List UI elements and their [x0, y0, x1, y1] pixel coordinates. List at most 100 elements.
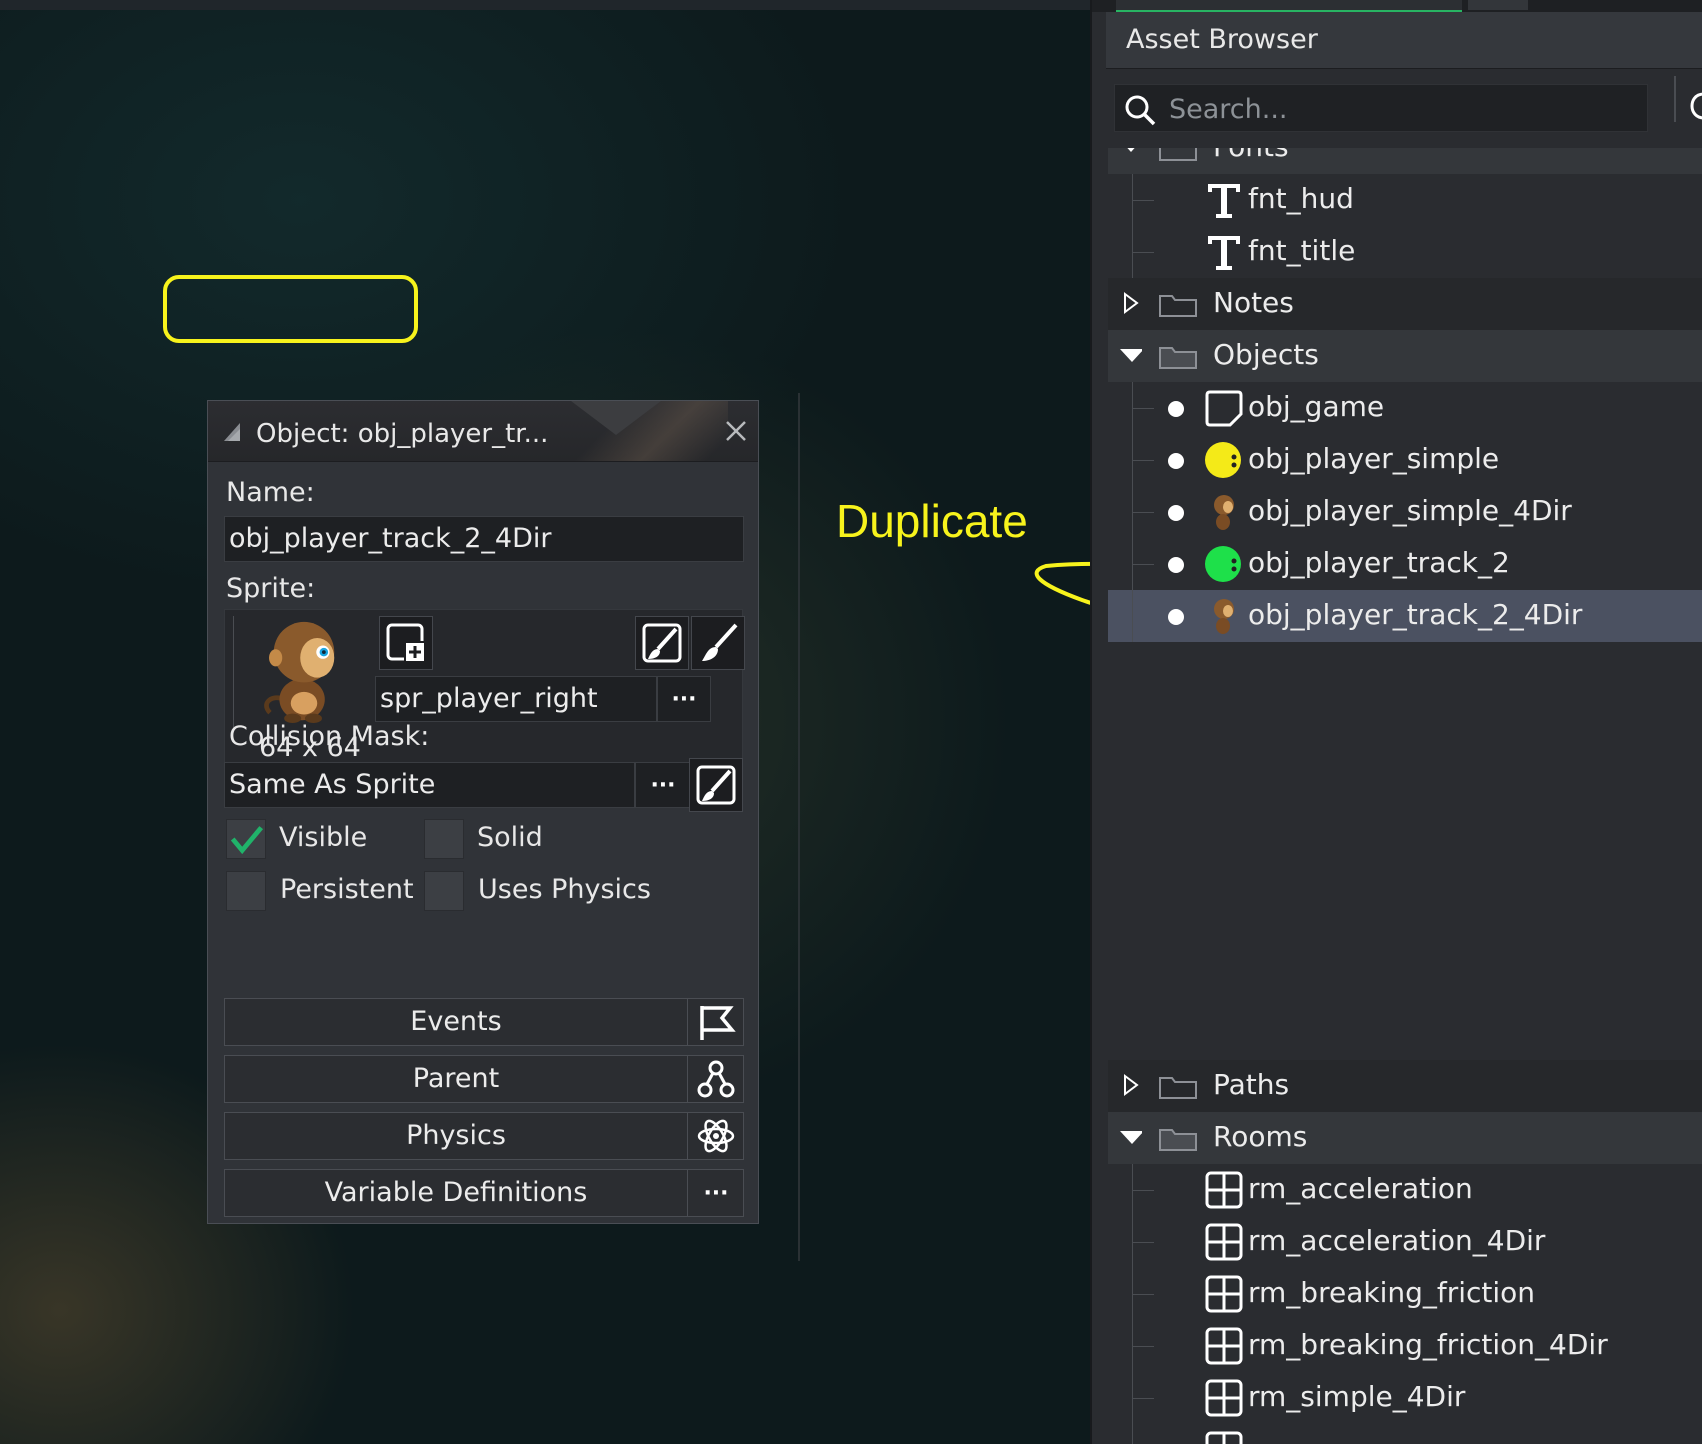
tree-guide — [1132, 512, 1154, 513]
asset-browser-tab[interactable] — [1116, 0, 1462, 12]
caret-expanded-icon — [1127, 148, 1135, 152]
asset-room-item[interactable]: rm_acceleration — [1108, 1164, 1702, 1216]
name-label: Name: — [226, 477, 315, 508]
edit-collision-mask-button[interactable] — [689, 758, 743, 812]
tree-guide — [1132, 564, 1154, 565]
parent-button[interactable]: Parent — [224, 1055, 744, 1103]
room-workspace: Object: obj_player_tr... Name: obj_playe… — [0, 0, 1177, 1444]
close-icon[interactable] — [722, 417, 750, 445]
brush-icon — [702, 623, 738, 661]
asset-object-item[interactable]: obj_player_simple — [1108, 434, 1702, 486]
asset-label: obj_player_simple_4Dir — [1248, 494, 1572, 527]
asset-label: fnt_title — [1248, 234, 1356, 267]
object-name-field[interactable]: obj_player_track_2_4Dir — [224, 516, 744, 562]
collision-mask-field[interactable]: Same As Sprite — [224, 762, 635, 808]
tree-guide — [1132, 1294, 1154, 1295]
asset-label: rm_breaking_friction_4Dir — [1248, 1328, 1608, 1361]
monkey-sprite-icon — [264, 621, 335, 724]
physics-button[interactable]: Physics — [224, 1112, 744, 1160]
dots-icon: ··· — [687, 1170, 744, 1216]
asset-label: obj_player_track_2_4Dir — [1248, 598, 1583, 631]
new-sprite-button[interactable] — [379, 616, 433, 670]
room-icon — [1205, 1327, 1243, 1365]
persistent-checkbox[interactable] — [226, 871, 266, 911]
asset-font-item[interactable]: fnt_title — [1108, 226, 1702, 278]
sprite-label: Sprite: — [226, 573, 316, 604]
folder-label: Fonts — [1213, 148, 1289, 163]
asset-object-item[interactable]: obj_player_simple_4Dir — [1108, 486, 1702, 538]
tree-guide — [1132, 590, 1133, 642]
asset-label: rm_breaking_friction — [1248, 1276, 1536, 1309]
asset-browser-title: Asset Browser — [1126, 24, 1318, 55]
folder-label: Rooms — [1213, 1120, 1308, 1153]
folder-label: Notes — [1213, 286, 1294, 319]
solid-checkbox[interactable] — [424, 819, 464, 859]
asset-label: rm_acceleration_4Dir — [1248, 1224, 1546, 1257]
asset-room-item[interactable]: rm_acceleration_4Dir — [1108, 1216, 1702, 1268]
uses-physics-label: Uses Physics — [478, 874, 651, 905]
asset-object-item-selected[interactable]: obj_player_track_2_4Dir — [1108, 590, 1702, 642]
font-icon — [1208, 184, 1240, 218]
search-box[interactable] — [1114, 84, 1648, 133]
persistent-label: Persistent — [280, 874, 414, 905]
search-input[interactable] — [1167, 85, 1641, 133]
sprite-thumbnail[interactable] — [233, 616, 376, 730]
tree-guide — [1132, 1424, 1133, 1444]
variable-definitions-label: Variable Definitions — [324, 1177, 588, 1208]
edit-sprite-button[interactable] — [635, 616, 689, 670]
parent-label: Parent — [412, 1063, 500, 1094]
hierarchy-icon — [697, 1060, 735, 1098]
titlebar-notch-triangle — [571, 401, 661, 435]
uses-physics-checkbox[interactable] — [424, 871, 464, 911]
object-window-titlebar[interactable]: Object: obj_player_tr... — [208, 401, 758, 462]
refresh-icon[interactable] — [1688, 88, 1702, 124]
sprite-browse-button[interactable]: ··· — [657, 676, 711, 722]
caret-collapsed-icon — [1124, 292, 1139, 314]
sprite-field-highlight — [163, 275, 418, 343]
tree-guide — [1132, 1242, 1154, 1243]
solid-label: Solid — [477, 822, 543, 853]
flag-icon — [700, 1006, 736, 1040]
physics-icon-cell — [687, 1113, 744, 1159]
asset-label: obj_player_simple — [1248, 442, 1500, 475]
variable-definitions-button[interactable]: Variable Definitions ··· — [224, 1169, 744, 1217]
resize-grip-icon[interactable] — [224, 423, 240, 441]
visible-checkbox[interactable] — [226, 819, 266, 859]
visible-label: Visible — [279, 822, 368, 853]
asset-room-item[interactable]: rm_breaking_friction_4Dir — [1108, 1320, 1702, 1372]
duplicate-annotation: Duplicate — [836, 495, 1028, 547]
folder-icon — [1159, 295, 1197, 317]
asset-room-item[interactable]: rm_breaking_friction — [1108, 1268, 1702, 1320]
edit-sprite-brush-button[interactable] — [691, 616, 745, 670]
room-icon — [1205, 1171, 1243, 1209]
status-dot — [1168, 609, 1184, 625]
folder-icon — [1159, 347, 1197, 369]
status-dot — [1168, 453, 1184, 469]
asset-label: fnt_hud — [1248, 182, 1354, 215]
asset-label: rm_acceleration — [1248, 1172, 1473, 1205]
events-label: Events — [410, 1006, 502, 1037]
asset-object-item[interactable]: obj_game — [1108, 382, 1702, 434]
folder-notes[interactable]: Notes — [1108, 278, 1702, 330]
edit-image-icon — [642, 623, 682, 663]
sprite-field[interactable]: spr_player_right — [375, 676, 657, 722]
room-icon — [1205, 1431, 1243, 1444]
asset-font-item[interactable]: fnt_hud — [1108, 174, 1702, 226]
secondary-tab[interactable] — [1468, 0, 1528, 10]
folder-paths[interactable]: Paths — [1108, 1060, 1702, 1112]
new-sprite-icon — [386, 623, 426, 663]
folder-objects[interactable]: Objects — [1108, 330, 1702, 382]
events-icon-cell — [687, 999, 744, 1045]
asset-object-item[interactable]: obj_player_track_2 — [1108, 538, 1702, 590]
caret-collapsed-icon — [1124, 1074, 1139, 1096]
asset-room-item[interactable]: rm_simple_4Dir — [1108, 1372, 1702, 1424]
events-button[interactable]: Events — [224, 998, 744, 1046]
collision-mask-browse-button[interactable]: ··· — [635, 762, 691, 808]
workspace-divider — [798, 393, 800, 1261]
folder-fonts[interactable]: Fonts — [1108, 148, 1702, 174]
collision-mask-label: Collision Mask: — [229, 721, 430, 752]
asset-room-item-partial[interactable] — [1108, 1424, 1702, 1444]
folder-rooms[interactable]: Rooms — [1108, 1112, 1702, 1164]
asset-browser-panel: Asset Browser Fonts fnt_hud fnt_title — [1090, 0, 1702, 1444]
tree-guide — [1132, 460, 1154, 461]
